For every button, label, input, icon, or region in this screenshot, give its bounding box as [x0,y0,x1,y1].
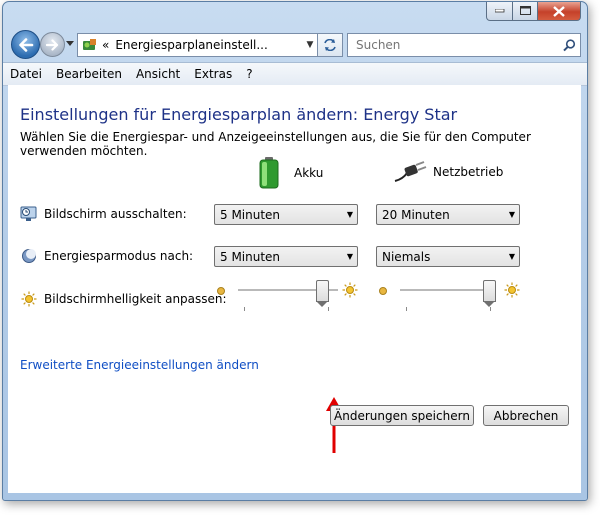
slider-tick [244,307,245,311]
display-off-label: Bildschirm ausschalten: [44,207,187,221]
minimize-button[interactable] [486,2,513,21]
dim-sun-icon [217,287,225,295]
monitor-clock-icon [20,205,38,223]
breadcrumb-overflow[interactable]: « [102,38,109,52]
search-input[interactable] [354,37,558,53]
moon-icon [20,247,38,265]
history-dropdown-icon[interactable] [66,40,74,48]
bright-sun-icon [504,282,520,298]
search-icon[interactable] [558,38,580,52]
slider-thumb[interactable] [483,280,496,307]
bright-sun-icon [342,282,358,298]
chevron-down-icon: ▼ [346,210,354,219]
sun-icon [20,290,38,308]
close-button[interactable] [538,2,581,21]
menu-bearbeiten[interactable]: Bearbeiten [49,67,129,81]
slider-track [400,289,496,292]
menu-datei[interactable]: Datei [3,67,49,81]
address-dropdown-icon[interactable]: ▼ [302,40,318,50]
column-header-battery: Akku [258,157,323,189]
brightness-label: Bildschirmhelligkeit anpassen: [44,292,227,306]
forward-arrow-icon [45,38,58,51]
battery-icon [259,157,279,189]
column-header-plugged: Netzbetrieb [393,161,503,183]
address-text: Energiesparplaneinstell... [115,38,268,52]
power-plug-icon [394,161,427,182]
menu-bar: Datei Bearbeiten Ansicht Extras ? [3,62,587,86]
brightness-row: Bildschirmhelligkeit anpassen: [20,290,227,308]
brightness-plugged-slider[interactable] [400,279,496,307]
content-area: Einstellungen für Energiesparplan ändern… [8,85,581,493]
display-off-battery-select[interactable]: 5 Minuten ▼ [214,204,358,225]
forward-button[interactable] [40,32,65,57]
cancel-button[interactable]: Abbrechen [483,405,569,426]
advanced-settings-link[interactable]: Erweiterte Energieeinstellungen ändern [20,358,259,372]
sleep-label: Energiesparmodus nach: [44,249,194,263]
sleep-battery-value: 5 Minuten [220,249,281,264]
page-subtitle: Wählen Sie die Energiespar- und Anzeigee… [20,130,531,158]
back-arrow-icon [18,37,33,52]
display-off-plugged-value: 20 Minuten [382,207,450,222]
brightness-battery-slider[interactable] [238,279,338,307]
column-label-battery: Akku [294,166,324,180]
search-box[interactable] [347,33,581,57]
close-icon [553,5,565,17]
control-panel-icon [83,39,96,50]
minimize-icon [494,9,504,13]
maximize-icon [519,6,531,15]
control-panel-window: « Energiesparplaneinstell... ▼ Datei Bea… [2,1,588,501]
dim-sun-icon [379,287,387,295]
maximize-button[interactable] [513,2,538,21]
menu-help[interactable]: ? [239,67,259,81]
menu-extras[interactable]: Extras [187,67,239,81]
slider-tick [406,307,407,311]
sleep-plugged-value: Niemals [382,249,431,264]
back-button[interactable] [11,30,40,59]
slider-tick [328,307,329,311]
refresh-icon [324,39,336,51]
sleep-battery-select[interactable]: 5 Minuten ▼ [214,246,358,267]
display-off-row: Bildschirm ausschalten: [20,205,187,223]
chevron-down-icon: ▼ [508,210,516,219]
address-bar[interactable]: « Energiesparplaneinstell... ▼ [77,33,319,57]
page-title: Einstellungen für Energiesparplan ändern… [20,105,458,124]
slider-tick [490,307,491,311]
column-label-plugged: Netzbetrieb [433,165,504,179]
refresh-button[interactable] [317,33,343,57]
display-off-plugged-select[interactable]: 20 Minuten ▼ [376,204,520,225]
slider-thumb[interactable] [316,280,329,307]
caption-buttons [486,2,581,21]
chevron-down-icon: ▼ [508,252,516,261]
chevron-down-icon: ▼ [346,252,354,261]
save-changes-button[interactable]: Änderungen speichern [330,405,474,426]
sleep-row: Energiesparmodus nach: [20,247,193,265]
menu-ansicht[interactable]: Ansicht [129,67,187,81]
display-off-battery-value: 5 Minuten [220,207,281,222]
sleep-plugged-select[interactable]: Niemals ▼ [376,246,520,267]
